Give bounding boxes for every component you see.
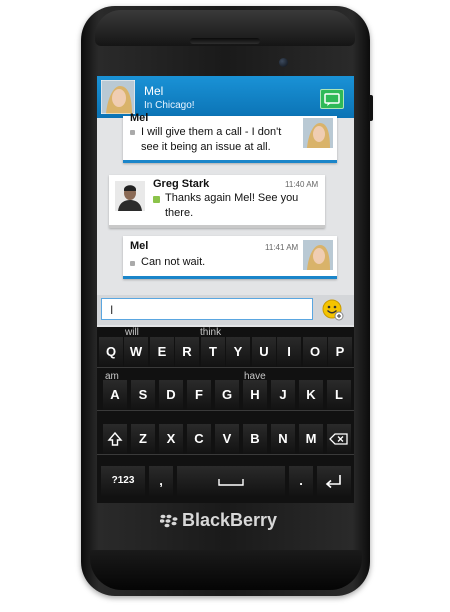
sender-avatar-icon (115, 181, 145, 211)
blackberry-logo (160, 514, 178, 528)
backspace-key[interactable] (327, 424, 351, 454)
key-q[interactable]: Q (99, 337, 123, 367)
side-button[interactable] (369, 95, 373, 121)
message-sender: Greg Stark (153, 178, 210, 190)
key-z[interactable]: Z (131, 424, 155, 454)
key-e[interactable]: E (150, 337, 174, 367)
message-bubble[interactable]: Mel I will give them a call - I don't se… (123, 112, 337, 163)
key-f[interactable]: F (187, 380, 211, 410)
message-text: there. (165, 207, 194, 219)
symbols-key[interactable]: ?123 (101, 466, 145, 496)
key-u[interactable]: U (252, 337, 276, 367)
key-t[interactable]: T (201, 337, 225, 367)
key-d[interactable]: D (159, 380, 183, 410)
message-status-dot (153, 196, 160, 203)
comma-key[interactable]: , (149, 466, 173, 496)
key-row-divider (97, 367, 354, 368)
front-camera (279, 58, 288, 67)
contact-name: Mel (144, 84, 164, 98)
message-status-dot (130, 261, 135, 266)
contact-avatar-icon[interactable] (101, 80, 135, 114)
key-g[interactable]: G (215, 380, 239, 410)
shift-key[interactable] (103, 424, 127, 454)
key-l[interactable]: L (327, 380, 351, 410)
screen: Mel In Chicago! Mel I will give them a c… (97, 76, 354, 327)
space-icon (218, 479, 244, 486)
key-h[interactable]: H (243, 380, 267, 410)
sender-avatar-icon (303, 118, 333, 148)
emoji-icon[interactable] (322, 299, 344, 321)
message-text: see it being an issue at all. (141, 141, 271, 153)
key-o[interactable]: O (303, 337, 327, 367)
key-row-divider (97, 410, 354, 411)
sender-avatar-icon (303, 240, 333, 270)
enter-icon (325, 475, 341, 489)
phone-bottom (90, 550, 362, 590)
keyboard: will think am have Q W E R T Y U I O P A… (97, 327, 354, 503)
key-k[interactable]: K (299, 380, 323, 410)
period-key[interactable]: . (289, 466, 313, 496)
message-sender: Mel (130, 240, 149, 252)
contact-status: In Chicago! (144, 100, 195, 111)
message-bubble[interactable]: Mel 11:41 AM Can not wait. (123, 236, 337, 279)
message-bubble[interactable]: Greg Stark 11:40 AM Thanks again Mel! Se… (109, 175, 325, 228)
key-i[interactable]: I (277, 337, 301, 367)
message-status-dot (130, 130, 135, 135)
backspace-icon (329, 433, 348, 445)
message-text: Can not wait. (141, 256, 206, 268)
composer-bar: I (97, 295, 354, 325)
key-m[interactable]: M (299, 424, 323, 454)
message-text: I will give them a call - I don't (141, 126, 282, 138)
key-v[interactable]: V (215, 424, 239, 454)
key-row-divider (97, 454, 354, 455)
key-b[interactable]: B (243, 424, 267, 454)
key-c[interactable]: C (187, 424, 211, 454)
shift-icon (107, 431, 123, 446)
enter-key[interactable] (317, 466, 351, 496)
space-key[interactable] (177, 466, 285, 496)
message-time: 11:41 AM (265, 243, 299, 252)
message-sender: Mel (130, 112, 149, 124)
key-w[interactable]: W (124, 337, 148, 367)
key-y[interactable]: Y (226, 337, 250, 367)
key-a[interactable]: A (103, 380, 127, 410)
key-p[interactable]: P (328, 337, 352, 367)
key-s[interactable]: S (131, 380, 155, 410)
brand-logo: BlackBerry (160, 510, 290, 532)
bbm-icon[interactable] (320, 89, 344, 109)
message-input[interactable]: I (101, 298, 313, 320)
key-r[interactable]: R (175, 337, 199, 367)
key-n[interactable]: N (271, 424, 295, 454)
key-x[interactable]: X (159, 424, 183, 454)
message-time: 11:40 AM (285, 180, 319, 189)
earpiece (190, 38, 260, 44)
key-j[interactable]: J (271, 380, 295, 410)
message-text: Thanks again Mel! See you (165, 192, 299, 204)
brand-wordmark: BlackBerry (182, 510, 278, 530)
